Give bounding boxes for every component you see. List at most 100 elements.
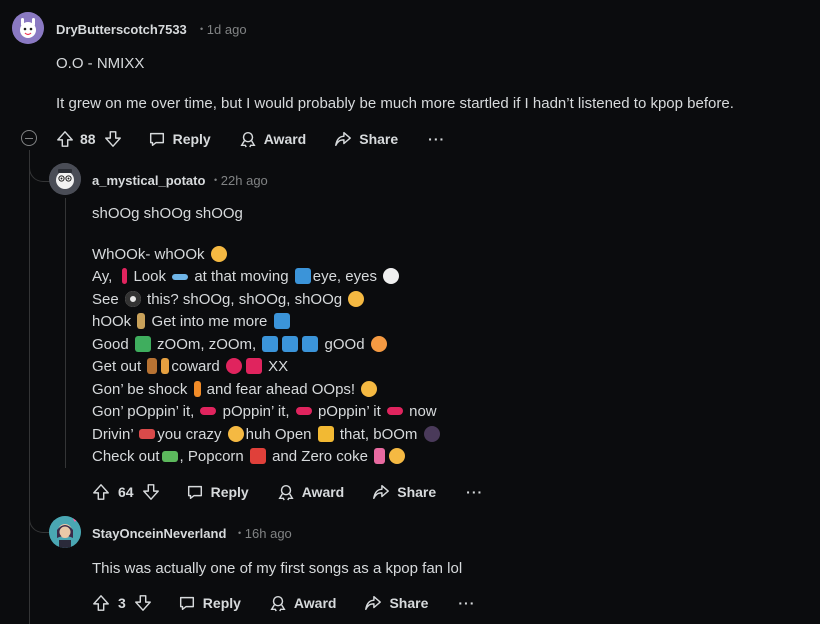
share-button[interactable]: Share	[334, 130, 398, 148]
lyric-line: Drivin’ you crazy huh Open that, bOOm	[92, 424, 442, 447]
comment-timestamp: • 1d ago	[200, 22, 247, 37]
share-icon	[372, 483, 390, 501]
zany-face-emoji-icon	[227, 426, 244, 442]
avatar[interactable]	[49, 516, 81, 548]
angry-face-emoji-icon	[225, 358, 242, 374]
time-ago: 1d ago	[206, 22, 247, 37]
comment-actions: 64 Reply Award Share ···	[92, 480, 483, 504]
share-label: Share	[359, 131, 399, 147]
time-ago: 22h ago	[220, 173, 268, 188]
downvote-icon[interactable]	[104, 130, 122, 148]
lyric-line: Check out, Popcorn and Zero coke	[92, 446, 407, 469]
eyes-emoji-icon	[383, 268, 400, 284]
lyric-line: Good zOOm, zOOm, gOOd	[92, 334, 389, 357]
next-track-emoji-icon	[302, 336, 319, 352]
zany-face-emoji-icon	[348, 291, 365, 307]
popcorn-emoji-icon	[249, 448, 266, 464]
fast-forward-emoji-icon	[294, 268, 311, 284]
thread-line-root[interactable]	[29, 150, 30, 624]
next-track-emoji-icon	[262, 336, 279, 352]
vote-count: 64	[118, 484, 134, 500]
upvote-icon[interactable]	[56, 130, 74, 148]
anger-symbol-emoji-icon	[245, 358, 262, 374]
reply-icon	[186, 483, 204, 501]
car-emoji-icon	[139, 429, 156, 439]
smiling-hearts-emoji-icon	[370, 336, 387, 352]
lyric-line: shOOg shOOg shOOg	[92, 205, 243, 222]
hook-emoji-icon	[137, 313, 146, 329]
glasses-emoji-icon	[172, 274, 189, 280]
hand-over-mouth-emoji-icon	[361, 381, 378, 397]
share-label: Share	[389, 595, 429, 611]
pill-emoji-icon	[295, 407, 312, 415]
money-emoji-icon	[161, 451, 178, 462]
next-track-emoji-icon	[282, 336, 299, 352]
award-label: Award	[301, 484, 345, 500]
reply-icon	[178, 594, 196, 612]
comment-username[interactable]: a_mystical_potato	[92, 173, 205, 188]
more-options-icon[interactable]: ···	[458, 595, 475, 611]
collapse-thread-button[interactable]	[21, 130, 37, 146]
award-button[interactable]: Award	[277, 483, 345, 501]
reply-label: Reply	[172, 131, 211, 147]
comment-username[interactable]: StayOnceinNeverland	[92, 526, 226, 541]
pill-emoji-icon	[200, 407, 217, 415]
avatar[interactable]	[12, 12, 44, 44]
lyric-line: hOOk Get into me more	[92, 311, 292, 334]
award-icon	[269, 594, 287, 612]
reply-button[interactable]: Reply	[186, 483, 249, 501]
more-options-icon[interactable]: ···	[428, 131, 445, 147]
meta-separator: •	[238, 528, 242, 538]
share-button[interactable]: Share	[364, 594, 428, 612]
comment-body-line: This was actually one of my first songs …	[92, 560, 463, 577]
money-mouth-emoji-icon	[389, 448, 406, 464]
reply-button[interactable]: Reply	[148, 130, 211, 148]
avatar[interactable]	[49, 163, 81, 195]
award-button[interactable]: Award	[269, 594, 337, 612]
eye-emoji-icon	[124, 291, 141, 307]
reply-label: Reply	[202, 595, 241, 611]
share-icon	[364, 594, 382, 612]
pill-emoji-icon	[386, 407, 403, 415]
more-options-icon[interactable]: ···	[466, 484, 483, 500]
comment-timestamp: • 16h ago	[238, 526, 292, 541]
door-emoji-icon	[147, 358, 158, 374]
upvote-icon[interactable]	[92, 594, 110, 612]
comment-actions: 88 Reply Award Share ···	[56, 127, 445, 151]
share-label: Share	[397, 484, 437, 500]
nerd-face-emoji-icon	[210, 246, 227, 262]
upvote-icon[interactable]	[92, 483, 110, 501]
downvote-icon[interactable]	[142, 483, 160, 501]
lyric-line: Get out coward XX	[92, 358, 289, 375]
lyric-line: See this? shOOg, shOOg, shOOg	[92, 289, 366, 312]
thread-line-child[interactable]	[65, 198, 66, 468]
meta-separator: •	[214, 175, 218, 185]
award-button[interactable]: Award	[239, 130, 307, 148]
reply-button[interactable]: Reply	[178, 594, 241, 612]
avatar-icon	[49, 163, 81, 195]
avatar-icon	[12, 12, 44, 44]
comment-timestamp: • 22h ago	[214, 173, 268, 188]
exclamation-emoji-icon	[122, 268, 128, 284]
share-icon	[334, 130, 352, 148]
vote-count: 3	[118, 595, 126, 611]
check-mark-emoji-icon	[134, 336, 151, 352]
award-icon	[239, 130, 257, 148]
avatar-icon	[49, 516, 81, 548]
downvote-icon[interactable]	[134, 594, 152, 612]
award-label: Award	[293, 595, 337, 611]
share-button[interactable]: Share	[372, 483, 436, 501]
time-ago: 16h ago	[244, 526, 292, 541]
reply-label: Reply	[210, 484, 249, 500]
unlock-emoji-icon	[317, 426, 334, 442]
lyric-line: WhOOk- whOOk	[92, 244, 229, 267]
lightning-emoji-icon	[193, 381, 201, 397]
award-label: Award	[263, 131, 307, 147]
reply-icon	[148, 130, 166, 148]
walking-person-emoji-icon	[161, 358, 170, 374]
comment-actions: 3 Reply Award Share ···	[92, 591, 475, 615]
vote-count: 88	[80, 131, 96, 147]
comment-body-line: O.O - NMIXX	[56, 55, 145, 72]
comment-username[interactable]: DryButterscotch7533	[56, 22, 187, 37]
comment-body-line: It grew on me over time, but I would pro…	[56, 95, 734, 112]
